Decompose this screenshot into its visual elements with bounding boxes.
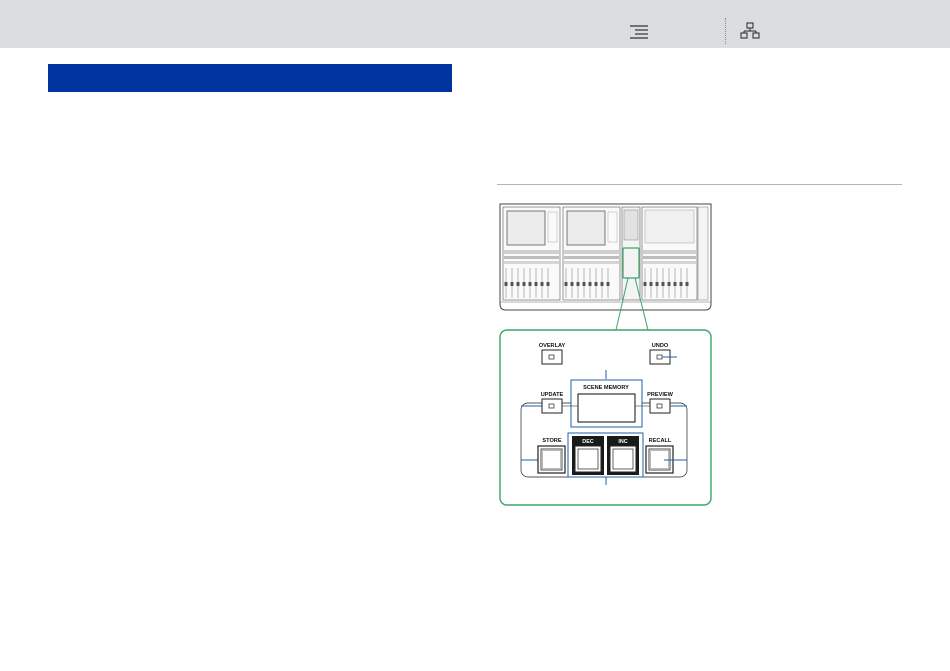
dec-label: DEC — [582, 439, 593, 445]
undo-label: UNDO — [652, 343, 669, 349]
sitemap-icon[interactable] — [740, 22, 760, 40]
scene-memory-label: SCENE MEMORY — [583, 385, 629, 391]
update-button[interactable] — [541, 398, 563, 414]
store-label: STORE — [542, 438, 561, 444]
inc-button[interactable] — [609, 445, 637, 473]
console-overview — [499, 203, 712, 311]
preview-label: PREVIEW — [647, 392, 674, 398]
store-button[interactable] — [537, 445, 566, 474]
recall-label: RECALL — [649, 438, 672, 444]
inc-label: INC — [618, 439, 627, 445]
scene-memory-diagram: OVERLAY UNDO SCENE MEMORY UPDATE PREVIEW… — [499, 203, 712, 506]
toolbar-divider — [725, 18, 726, 44]
section-heading-bar — [48, 64, 452, 92]
dec-button[interactable] — [574, 445, 602, 473]
overlay-button[interactable] — [541, 349, 563, 365]
console-figure: OVERLAY UNDO SCENE MEMORY UPDATE PREVIEW… — [497, 198, 717, 510]
update-label: UPDATE — [541, 392, 564, 398]
top-toolbar — [0, 0, 950, 48]
table-of-contents-icon[interactable] — [629, 24, 649, 40]
overlay-label: OVERLAY — [539, 343, 566, 349]
figure-top-rule — [497, 184, 902, 185]
scene-memory-display — [577, 393, 636, 423]
scene-memory-panel: OVERLAY UNDO SCENE MEMORY UPDATE PREVIEW… — [499, 329, 712, 506]
preview-button[interactable] — [649, 398, 671, 414]
